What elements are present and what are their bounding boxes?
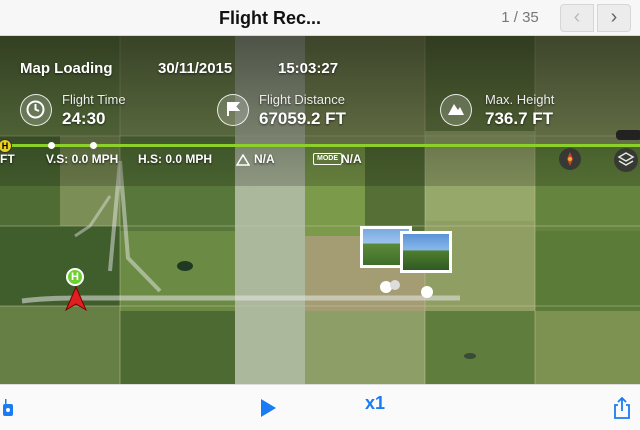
top-bar: Flight Rec... 1 / 35 ‹ ›: [0, 0, 640, 36]
share-button[interactable]: [612, 396, 632, 419]
next-button[interactable]: ›: [597, 4, 631, 32]
mode-badge: MODE: [313, 153, 342, 165]
photo-location-marker[interactable]: [421, 286, 433, 298]
map-view[interactable]: Map Loading 30/11/2015 15:03:27 Flight T…: [0, 36, 640, 384]
compass-icon[interactable]: [559, 148, 581, 170]
flight-distance-label: Flight Distance: [259, 92, 345, 107]
home-point-marker[interactable]: H: [66, 268, 84, 286]
share-icon: [614, 396, 630, 419]
chevron-right-icon: ›: [610, 6, 618, 28]
playback-speed[interactable]: x1: [350, 393, 400, 414]
vertical-speed: V.S: 0.0 MPH: [46, 152, 119, 166]
play-icon: [261, 399, 276, 417]
flight-time-of-day: 15:03:27: [278, 60, 339, 77]
flight-time-value: 24:30: [62, 109, 106, 128]
aircraft-icon[interactable]: [64, 285, 88, 312]
attitude-value: N/A: [254, 152, 275, 166]
flight-time-label: Flight Time: [62, 92, 126, 107]
timeline-scrubber-handle[interactable]: [616, 130, 640, 140]
flag-icon: [217, 94, 249, 126]
page-title: Flight Rec...: [218, 8, 321, 28]
flight-mode-value: N/A: [341, 152, 362, 166]
timeline-event-dot[interactable]: [90, 142, 97, 149]
photo-location-marker[interactable]: [390, 280, 400, 290]
page-counter: 1 / 35: [501, 9, 539, 26]
altitude-unit: FT: [0, 152, 15, 166]
play-button[interactable]: [258, 398, 278, 418]
photo-thumbnail[interactable]: [400, 231, 452, 273]
horizontal-speed: H.S: 0.0 MPH: [138, 152, 213, 166]
clock-icon: [20, 94, 52, 126]
flight-distance-value: 67059.2 FT: [259, 109, 346, 128]
playback-controls: x1: [0, 384, 640, 430]
flight-date: 30/11/2015: [158, 60, 233, 77]
attitude-icon: [235, 153, 251, 166]
remote-controller-icon[interactable]: [2, 399, 14, 417]
map-status: Map Loading: [20, 60, 113, 77]
max-height-label: Max. Height: [485, 92, 555, 107]
chevron-left-icon: ‹: [573, 6, 581, 28]
mountain-icon: [440, 94, 472, 126]
max-height-value: 736.7 FT: [485, 109, 554, 128]
map-layers-icon[interactable]: [614, 148, 638, 172]
timeline-event-dot[interactable]: [48, 142, 55, 149]
prev-button[interactable]: ‹: [560, 4, 594, 32]
